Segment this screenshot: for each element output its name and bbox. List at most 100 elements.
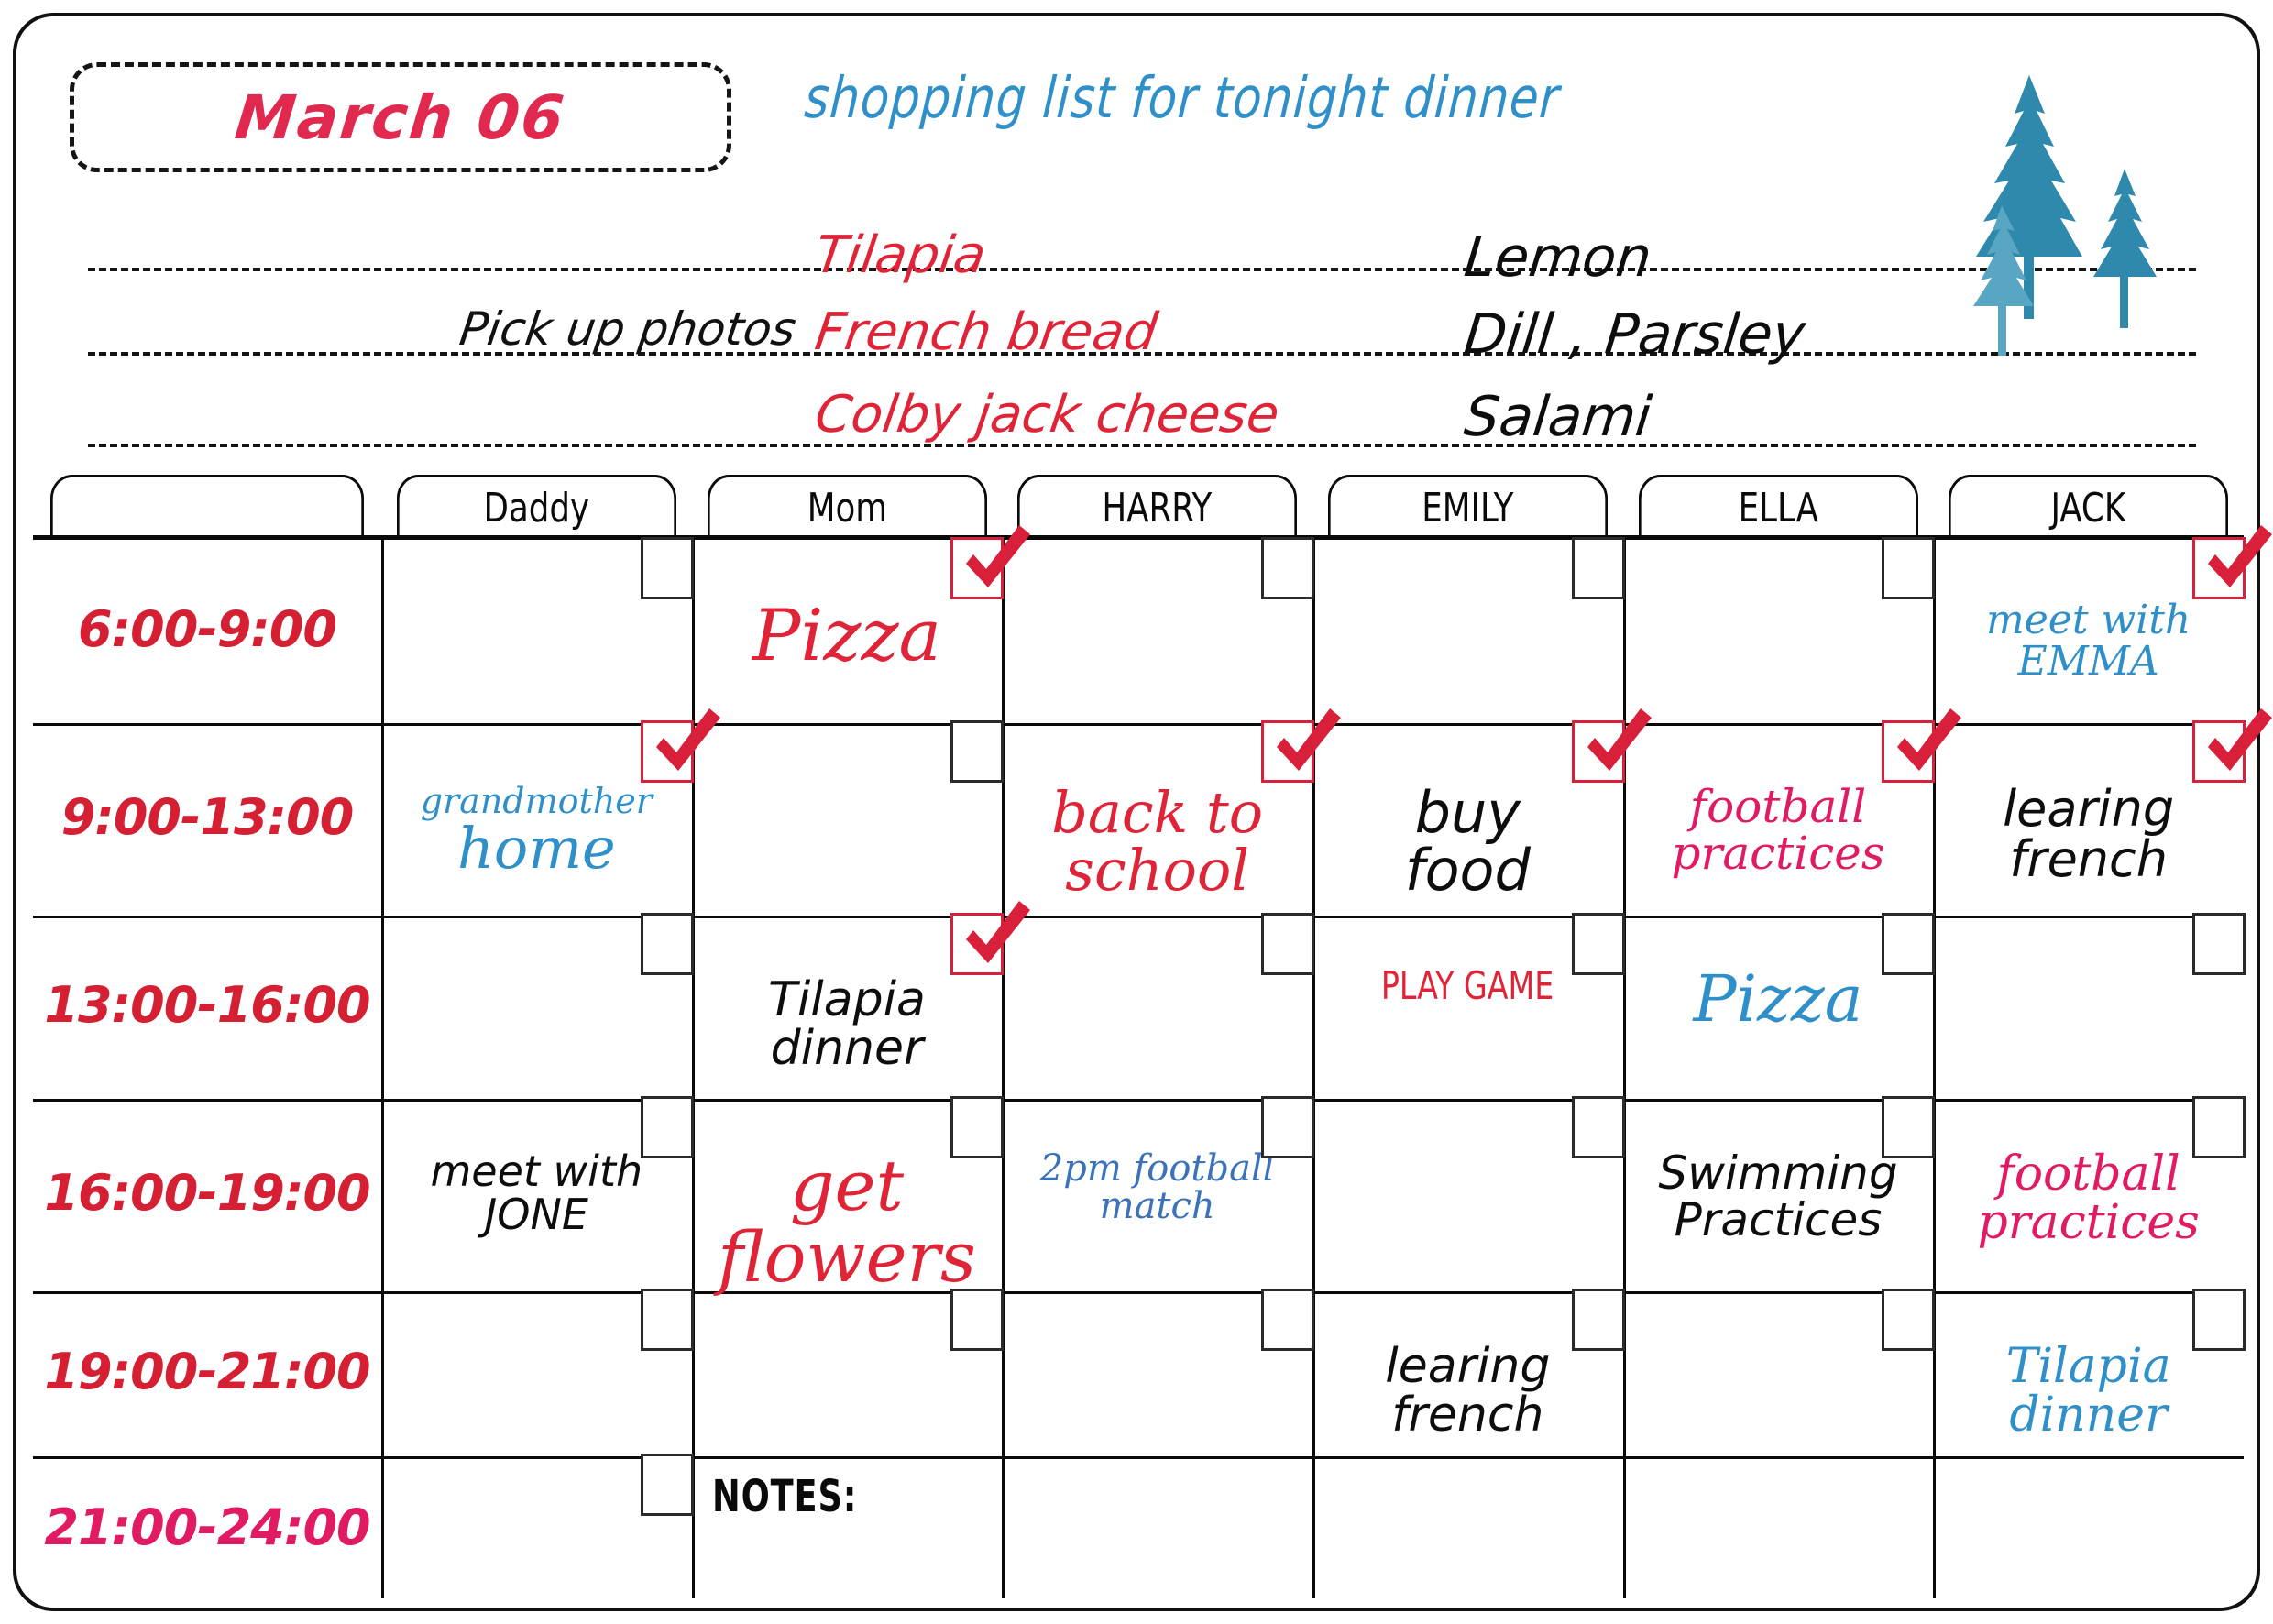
- checkbox-empty[interactable]: [640, 537, 694, 599]
- checkbox-empty[interactable]: [1260, 913, 1314, 975]
- person-tabs: Daddy Mom HARRY EMILY ELLA JACK: [33, 475, 2244, 539]
- checkbox-empty[interactable]: [950, 1096, 1005, 1158]
- planner-board: March 06 shopping list for tonight dinne…: [13, 13, 2272, 1611]
- schedule-cell-ella-3[interactable]: Swimming Practices: [1623, 1096, 1936, 1291]
- schedule-grid: 6:00-9:00 9:00-13:00 13:00-16:00 16:00-19:0…: [33, 525, 2272, 1598]
- column-header-harry[interactable]: HARRY: [1017, 475, 1298, 539]
- schedule-cell-harry-2[interactable]: [1002, 913, 1314, 1099]
- schedule-cell-emily-0[interactable]: [1312, 537, 1625, 723]
- checkbox-empty[interactable]: [640, 1454, 694, 1516]
- schedule-cell-emily-4[interactable]: learing french: [1312, 1289, 1625, 1456]
- column-header-time[interactable]: [50, 475, 364, 539]
- cell-entry-text: learing french: [2003, 780, 2175, 889]
- column-header-mom[interactable]: Mom: [707, 475, 987, 539]
- checkbox-checked[interactable]: [1882, 708, 1962, 783]
- shopping-list-title: shopping list for tonight dinner: [802, 64, 1563, 131]
- schedule-cell-daddy-5[interactable]: [381, 1454, 694, 1603]
- checkbox-empty[interactable]: [1882, 913, 1936, 975]
- time-slot-label: 19:00-21:00: [44, 1343, 370, 1400]
- schedule-cell-jack-2[interactable]: [1933, 913, 2246, 1099]
- column-header-label: HARRY: [1102, 485, 1213, 532]
- schedule-cell-harry-0[interactable]: [1002, 537, 1314, 723]
- schedule-cell-ella-2[interactable]: Pizza: [1623, 913, 1936, 1099]
- time-slot-label: 13:00-16:00: [44, 976, 370, 1034]
- cell-entry-text: football practices: [1671, 780, 1885, 880]
- schedule-cell-mom-1[interactable]: [692, 720, 1005, 916]
- cell-entry-text: back to school: [1051, 779, 1264, 905]
- checkbox-checked[interactable]: [1571, 708, 1652, 783]
- checkbox-checked[interactable]: [640, 708, 720, 783]
- checkbox-empty[interactable]: [1882, 1289, 1936, 1351]
- checkbox-empty[interactable]: [950, 1289, 1005, 1351]
- schedule-cell-harry-4[interactable]: [1002, 1289, 1314, 1456]
- column-header-ella[interactable]: ELLA: [1638, 475, 1918, 539]
- shopping-mid-3: Colby jack cheese: [811, 385, 1283, 444]
- checkbox-checked[interactable]: [950, 525, 1031, 599]
- checkbox-empty[interactable]: [1260, 537, 1314, 599]
- schedule-cell-jack-0[interactable]: meet with EMMA: [1933, 525, 2272, 723]
- checkbox-empty[interactable]: [1571, 537, 1625, 599]
- column-header-label: ELLA: [1738, 485, 1818, 532]
- column-header-label: EMILY: [1422, 485, 1514, 532]
- schedule-cell-mom-3[interactable]: get flowers: [692, 1096, 1005, 1292]
- checkbox-empty[interactable]: [1571, 1096, 1625, 1158]
- column-header-jack[interactable]: JACK: [1949, 475, 2229, 539]
- checkbox-checked[interactable]: [2191, 525, 2272, 599]
- cell-entry-text: Tilapia dinner: [768, 972, 926, 1077]
- schedule-cell-emily-2[interactable]: PLAY GAME: [1312, 913, 1625, 1099]
- checkbox-empty[interactable]: [1571, 1289, 1625, 1351]
- schedule-cell-harry-1[interactable]: back to school: [1002, 708, 1341, 916]
- schedule-cell-daddy-4[interactable]: [381, 1289, 694, 1456]
- shopping-right-1: Lemon: [1461, 225, 1655, 290]
- schedule-cell-daddy-3[interactable]: meet with JONE: [381, 1096, 694, 1291]
- schedule-cell-daddy-0[interactable]: [381, 537, 694, 723]
- schedule-cell-jack-1[interactable]: learing french: [1933, 708, 2272, 916]
- checkbox-empty[interactable]: [1260, 1289, 1314, 1351]
- notes-area[interactable]: NOTES:: [692, 1456, 2244, 1603]
- time-slot-label: 16:00-19:00: [44, 1164, 370, 1222]
- checkbox-empty[interactable]: [2191, 1289, 2246, 1351]
- cell-entry-text: Tilapia dinner: [2005, 1339, 2171, 1443]
- schedule-cell-daddy-1[interactable]: grandmother home: [381, 708, 720, 916]
- schedule-cell-mom-0[interactable]: Pizza: [692, 525, 1031, 723]
- shopping-left-2: Pick up photos: [456, 302, 800, 356]
- cell-entry-text: buy food: [1404, 779, 1531, 905]
- cell-entry-text: Pizza: [1693, 961, 1863, 1037]
- pine-trees-icon: [1973, 75, 2157, 356]
- schedule-cell-mom-2[interactable]: Tilapia dinner: [692, 901, 1031, 1099]
- checkbox-empty[interactable]: [1260, 1096, 1314, 1158]
- schedule-cell-ella-0[interactable]: [1623, 537, 1936, 723]
- schedule-cell-ella-4[interactable]: [1623, 1289, 1936, 1456]
- schedule-cell-ella-1[interactable]: football practices: [1623, 708, 1962, 916]
- schedule-cell-mom-4[interactable]: [692, 1289, 1005, 1456]
- checkbox-checked[interactable]: [2191, 708, 2272, 783]
- checkbox-empty[interactable]: [1882, 1096, 1936, 1158]
- notes-label: NOTES:: [711, 1471, 857, 1522]
- checkbox-empty[interactable]: [950, 720, 1005, 783]
- time-slot-label: 6:00-9:00: [77, 600, 337, 658]
- checkbox-empty[interactable]: [2191, 913, 2246, 975]
- checkbox-empty[interactable]: [2191, 1096, 2246, 1158]
- checkbox-empty[interactable]: [640, 1096, 694, 1158]
- checkbox-checked[interactable]: [1260, 708, 1341, 783]
- date-box[interactable]: March 06: [70, 62, 731, 172]
- schedule-cell-emily-1[interactable]: buy food: [1312, 708, 1652, 916]
- column-header-label: JACK: [2050, 485, 2126, 532]
- schedule-cell-harry-3[interactable]: 2pm football match: [1002, 1096, 1314, 1291]
- time-slot-label: 9:00-13:00: [60, 788, 355, 846]
- schedule-cell-daddy-2[interactable]: [381, 913, 694, 1099]
- column-header-daddy[interactable]: Daddy: [396, 475, 676, 539]
- checkbox-empty[interactable]: [1882, 537, 1936, 599]
- checkbox-empty[interactable]: [640, 1289, 694, 1351]
- cell-entry-text: 2pm football match: [1039, 1147, 1275, 1227]
- column-header-emily[interactable]: EMILY: [1327, 475, 1608, 539]
- checkbox-empty[interactable]: [640, 913, 694, 975]
- cell-entry-text: Pizza: [752, 595, 942, 677]
- checkbox-checked[interactable]: [950, 901, 1031, 975]
- schedule-cell-emily-3[interactable]: [1312, 1096, 1625, 1291]
- checkbox-empty[interactable]: [1571, 913, 1625, 975]
- cell-entry-text: meet with EMMA: [1986, 597, 2191, 685]
- shopping-mid-1: Tilapia: [811, 225, 990, 285]
- schedule-cell-jack-3[interactable]: football practices: [1933, 1096, 2246, 1291]
- schedule-cell-jack-4[interactable]: Tilapia dinner: [1933, 1289, 2246, 1456]
